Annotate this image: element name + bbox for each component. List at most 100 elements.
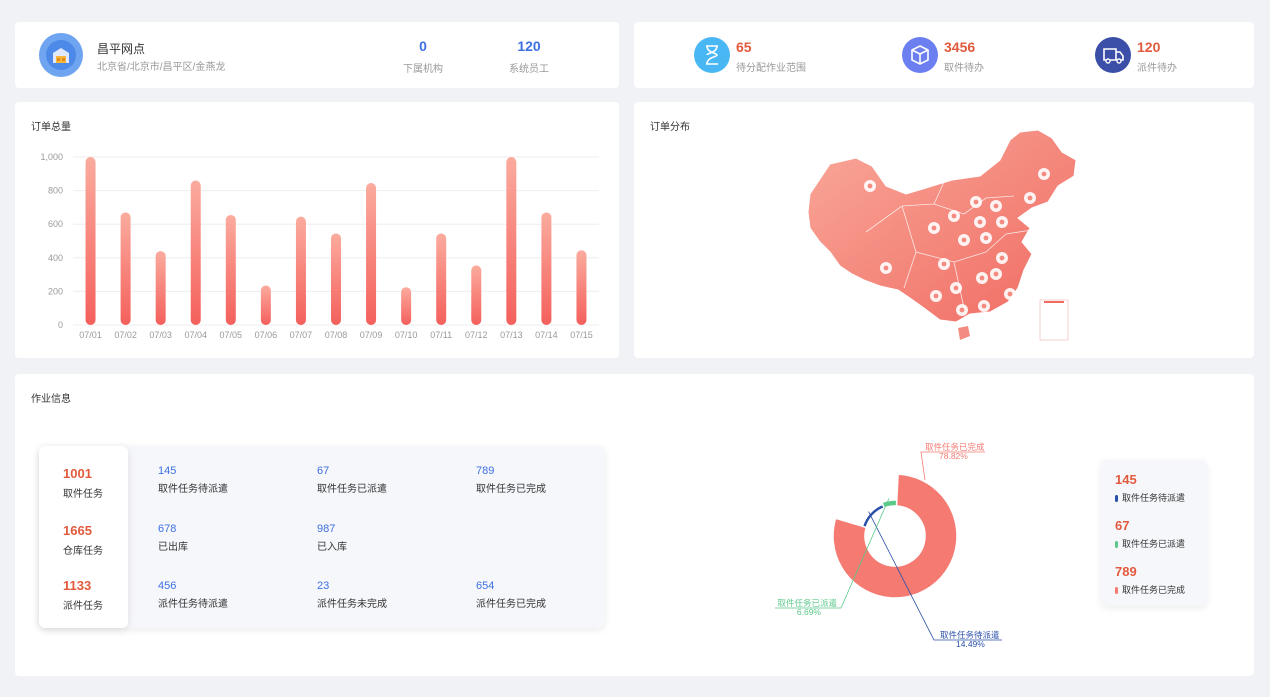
warehouse-avatar-icon <box>39 33 83 77</box>
order-bar-chart: 0 200 400 600 800 1,000 07/01 07/02 07/03 07/04 07… <box>40 152 599 340</box>
pickup-donut-chart[interactable]: 取件任务已完成78.82%取件任务待派遣14.49%取件任务已派遣6.69% <box>725 424 1045 684</box>
site-address: 北京省/北京市/昌平区/金燕龙 <box>97 62 226 73</box>
legend-item-done[interactable]: 789 取件任务已完成 <box>1115 564 1185 596</box>
kpi-value: 120 <box>517 38 541 54</box>
sub-label: 派件任务已完成 <box>476 599 546 610</box>
sub-label: 取件任务待派遣 <box>158 484 228 495</box>
sub-outbound[interactable]: 678 已出库 <box>158 523 188 553</box>
legend-dot <box>1115 587 1118 595</box>
bar[interactable] <box>401 287 412 325</box>
legend-dot <box>1115 541 1118 549</box>
legend-dot <box>1115 495 1118 503</box>
y-tick-label: 200 <box>48 286 63 296</box>
sub-label: 派件任务未完成 <box>317 599 387 610</box>
x-tick-label: 07/03 <box>149 330 172 340</box>
sub-pickup-dispatched[interactable]: 67 取件任务已派遣 <box>317 465 387 495</box>
y-tick-label: 800 <box>48 186 63 196</box>
slice-percent: 14.49% <box>956 639 985 649</box>
x-tick-label: 07/01 <box>79 330 102 340</box>
bar[interactable] <box>576 250 587 325</box>
sub-label: 派件任务待派遣 <box>158 599 228 610</box>
sub-label: 已出库 <box>158 542 188 553</box>
x-tick-label: 07/15 <box>570 330 593 340</box>
bar[interactable] <box>295 216 306 325</box>
bar[interactable] <box>471 265 482 325</box>
sub-pickup-pending[interactable]: 145 取件任务待派遣 <box>158 465 228 495</box>
hourglass-icon <box>694 37 730 73</box>
legend-label: 取件任务已派遣 <box>1122 539 1186 549</box>
stat-value: 65 <box>736 39 752 55</box>
slice-percent: 6.69% <box>797 607 822 617</box>
sub-delivery-done[interactable]: 654 派件任务已完成 <box>476 580 546 610</box>
task-delivery[interactable]: 1133 派件任务 <box>63 578 103 612</box>
legend-item-dispatched[interactable]: 67 取件任务已派遣 <box>1115 518 1185 550</box>
x-tick-label: 07/06 <box>255 330 278 340</box>
y-tick-label: 600 <box>48 219 63 229</box>
slice-percent: 78.82% <box>939 451 968 461</box>
sub-label: 取件任务已派遣 <box>317 484 387 495</box>
task-value: 1001 <box>63 466 92 481</box>
kpi-staff[interactable]: 120 系统员工 <box>489 38 569 75</box>
donut-slice[interactable] <box>880 499 898 510</box>
china-map[interactable] <box>634 102 1254 358</box>
y-tick-label: 1,000 <box>40 152 63 162</box>
legend-label: 取件任务待派遣 <box>1122 493 1186 503</box>
kpi-value: 0 <box>419 38 427 54</box>
bar[interactable] <box>436 233 447 325</box>
truck-icon <box>1095 37 1131 73</box>
sub-delivery-unfinished[interactable]: 23 派件任务未完成 <box>317 580 387 610</box>
x-tick-label: 07/14 <box>535 330 558 340</box>
kpi-label: 下属机构 <box>403 64 443 75</box>
sub-value: 987 <box>317 523 336 535</box>
bar[interactable] <box>120 212 131 325</box>
legend-value: 789 <box>1115 564 1137 579</box>
kpi-label: 系统员工 <box>509 64 549 75</box>
sub-value: 678 <box>158 523 177 535</box>
sub-value: 789 <box>476 465 495 477</box>
bar[interactable] <box>260 285 271 325</box>
sub-label: 已入库 <box>317 542 347 553</box>
bar[interactable] <box>506 157 517 325</box>
sub-label: 取件任务已完成 <box>476 484 546 495</box>
task-warehouse[interactable]: 1665 仓库任务 <box>63 523 103 557</box>
task-pickup[interactable]: 1001 取件任务 <box>63 466 103 500</box>
stat-label: 派件待办 <box>1137 63 1177 74</box>
legend-value: 145 <box>1115 472 1137 487</box>
bar[interactable] <box>366 183 377 325</box>
work-info-card: 作业信息 1001 取件任务 1665 仓库任务 1133 派件任务 145 取… <box>15 374 1254 676</box>
legend-item-pending[interactable]: 145 取件任务待派遣 <box>1115 472 1185 504</box>
x-tick-label: 07/08 <box>325 330 348 340</box>
sub-value: 654 <box>476 580 495 592</box>
x-tick-label: 07/02 <box>114 330 137 340</box>
sub-pickup-done[interactable]: 789 取件任务已完成 <box>476 465 546 495</box>
donut-slice[interactable] <box>832 473 958 599</box>
stat-label: 待分配作业范围 <box>736 63 806 74</box>
bar[interactable] <box>85 157 96 325</box>
x-tick-label: 07/13 <box>500 330 523 340</box>
bar[interactable] <box>190 180 201 325</box>
map-hainan <box>958 326 970 340</box>
order-distribution-card: 订单分布 <box>634 102 1254 358</box>
sub-value: 23 <box>317 580 330 592</box>
task-label: 仓库任务 <box>63 546 103 557</box>
task-label: 取件任务 <box>63 489 103 500</box>
donut-slice[interactable] <box>861 503 886 529</box>
sub-delivery-pending[interactable]: 456 派件任务待派遣 <box>158 580 228 610</box>
kpi-sub-orgs[interactable]: 0 下属机构 <box>383 38 463 75</box>
donut-legend-panel: 145 取件任务待派遣 67 取件任务已派遣 789 取件任务已完成 <box>1101 460 1207 606</box>
stat-value: 3456 <box>944 39 976 55</box>
legend-value: 67 <box>1115 518 1130 533</box>
bar[interactable] <box>155 251 166 325</box>
site-name: 昌平网点 <box>97 42 146 56</box>
work-info-title: 作业信息 <box>31 394 71 405</box>
sub-inbound[interactable]: 987 已入库 <box>317 523 347 553</box>
bar[interactable] <box>541 212 552 325</box>
site-info-card: 昌平网点 北京省/北京市/昌平区/金燕龙 0 下属机构 120 系统员工 <box>15 22 619 88</box>
bar[interactable] <box>331 233 341 325</box>
stat-value: 120 <box>1137 39 1161 55</box>
x-tick-label: 07/09 <box>360 330 383 340</box>
task-summary-panel: 1001 取件任务 1665 仓库任务 1133 派件任务 145 取件任务待派… <box>39 446 605 628</box>
bar[interactable] <box>225 214 236 325</box>
legend-label: 取件任务已完成 <box>1122 585 1186 595</box>
task-value: 1133 <box>63 578 92 593</box>
